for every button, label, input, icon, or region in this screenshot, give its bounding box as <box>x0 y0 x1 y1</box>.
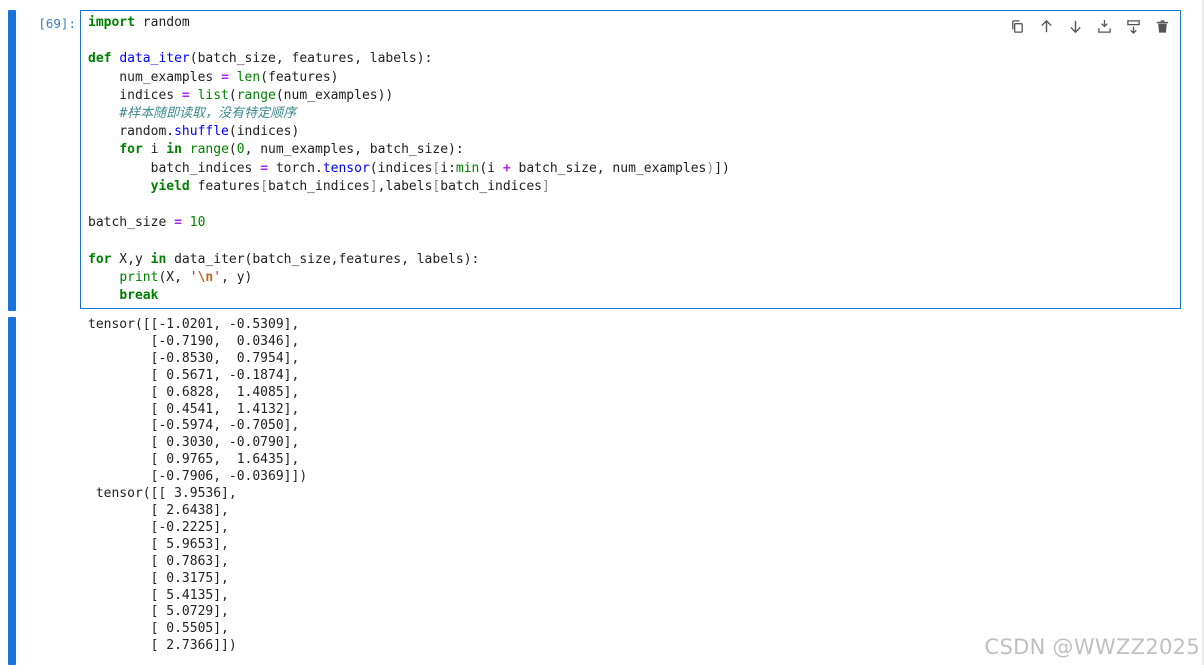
move-cell-down-button[interactable] <box>1064 15 1087 37</box>
cell-output: tensor([[-1.0201, -0.5309], [-0.7190, 0.… <box>88 317 307 655</box>
delete-cell-button[interactable] <box>1151 15 1174 37</box>
output-line: [ 2.6438], <box>88 502 229 518</box>
output-line: [ 0.5505], <box>88 621 229 637</box>
watermark: CSDN @WWZZ2025 <box>984 635 1200 659</box>
cell-toolbar <box>1006 15 1174 37</box>
insert-cell-below-button[interactable] <box>1122 15 1145 37</box>
code-line: def data_iter(batch_size, features, labe… <box>88 51 433 67</box>
output-line: [ 5.9653], <box>88 536 229 552</box>
code-line: #样本随即读取，没有特定顺序 <box>88 106 296 121</box>
code-editor[interactable]: import random def data_iter(batch_size, … <box>88 14 730 305</box>
arrow-up-icon <box>1041 19 1052 32</box>
insert-below-icon <box>1127 19 1140 34</box>
output-line: [ 0.5671, -0.1874], <box>88 367 300 383</box>
output-line: [-0.2225], <box>88 519 229 535</box>
output-line: tensor([[-1.0201, -0.5309], <box>88 317 300 332</box>
code-line: for X,y in data_iter(batch_size,features… <box>88 251 480 267</box>
move-cell-up-button[interactable] <box>1035 15 1058 37</box>
code-line: print(X, '\n', y) <box>119 269 253 285</box>
output-line: [ 0.4541, 1.4132], <box>88 401 300 417</box>
output-line: [ 0.3030, -0.0790], <box>88 435 300 451</box>
output-line: [-0.8530, 0.7954], <box>88 350 300 366</box>
output-line: [ 0.3175], <box>88 570 229 586</box>
duplicate-icon <box>1012 19 1023 33</box>
output-line: [-0.7190, 0.0346], <box>88 333 300 349</box>
execution-count: [69]: <box>38 16 76 31</box>
code-line: import random <box>88 15 190 30</box>
code-line: for i in range(0, num_examples, batch_si… <box>119 142 464 158</box>
code-comment: #样本随即读取，没有特定顺序 <box>119 106 297 122</box>
notebook: [69]: import random def data_iter(batch_… <box>0 0 1204 665</box>
output-line: [-0.7906, -0.0369]]) <box>88 469 308 485</box>
output-line: [ 0.6828, 1.4085], <box>88 384 300 400</box>
output-line: tensor([[ 3.9536], <box>88 486 237 502</box>
output-line: [-0.5974, -0.7050], <box>88 418 300 434</box>
duplicate-cell-button[interactable] <box>1006 15 1029 37</box>
trash-icon <box>1156 19 1169 33</box>
output-selection-bar[interactable] <box>8 317 16 665</box>
output-line: [ 2.7366]]) <box>88 638 237 654</box>
insert-cell-above-button[interactable] <box>1093 15 1116 37</box>
output-line: [ 0.7863], <box>88 553 229 569</box>
code-cell-input[interactable]: import random def data_iter(batch_size, … <box>80 10 1181 309</box>
output-line: [ 5.4135], <box>88 587 229 603</box>
cell-selection-bar[interactable] <box>8 10 16 311</box>
code-line: num_examples = len(features) <box>88 69 339 85</box>
output-line: [ 0.9765, 1.6435], <box>88 452 300 468</box>
code-line: break <box>119 288 159 304</box>
code-line: batch_size = 10 <box>88 215 206 231</box>
insert-above-icon <box>1098 19 1111 33</box>
output-line: [ 5.0729], <box>88 604 229 620</box>
arrow-down-icon <box>1070 20 1081 33</box>
code-line: random.shuffle(indices) <box>88 124 300 140</box>
code-line: yield features[batch_indices],labels[bat… <box>150 178 550 194</box>
code-line: batch_indices = torch.tensor(indices[i:m… <box>88 160 730 176</box>
code-line: indices = list(range(num_examples)) <box>88 87 394 103</box>
